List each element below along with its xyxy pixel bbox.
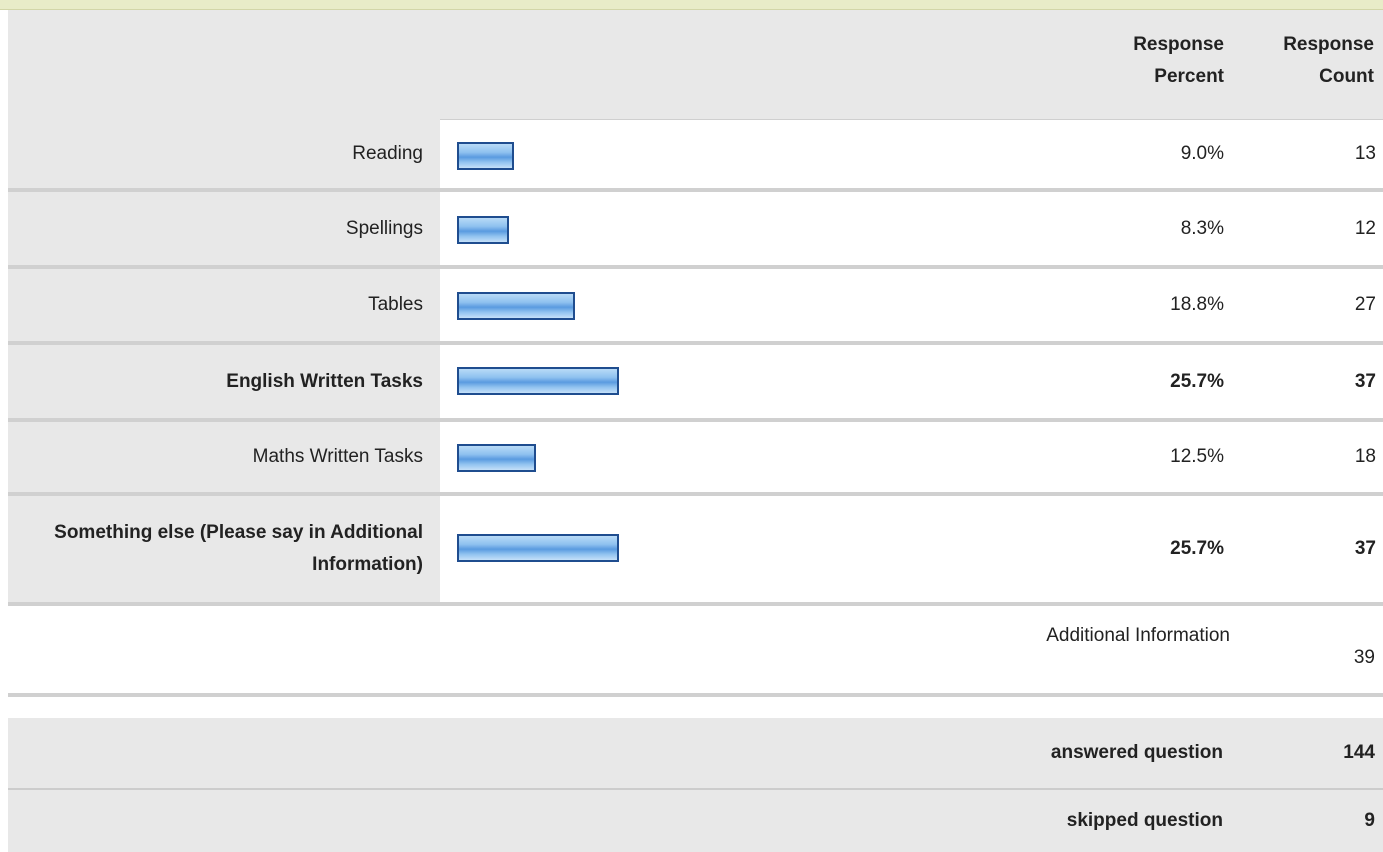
response-percent: 12.5%: [1170, 446, 1224, 467]
table-row: Spellings 8.3% 12: [8, 192, 1383, 269]
row-label: Reading: [8, 119, 440, 188]
table-header: Response Percent Response Count: [8, 10, 1383, 120]
row-label: Tables: [8, 269, 440, 341]
table-row: Maths Written Tasks 12.5% 18: [8, 422, 1383, 496]
response-bar: [457, 367, 619, 395]
bar-cell: [440, 422, 1090, 492]
table-row: Tables 18.8% 27: [8, 269, 1383, 345]
response-bar: [457, 142, 514, 170]
answered-question-label: answered question: [1050, 742, 1223, 763]
row-label: Something else (Please say in Additional…: [8, 496, 440, 602]
response-percent: 8.3%: [1180, 217, 1224, 239]
response-count: 18: [1354, 446, 1376, 467]
response-count-header: Response Count: [1283, 34, 1374, 87]
bar-cell: [440, 192, 1090, 265]
skipped-question-count: 9: [1364, 810, 1375, 831]
additional-information-label: Additional Information: [1046, 625, 1230, 646]
response-bar: [457, 292, 575, 320]
table-row: Something else (Please say in Additional…: [8, 496, 1383, 606]
response-percent: 18.8%: [1170, 294, 1224, 315]
top-strip: [0, 0, 1383, 10]
bar-cell: [440, 269, 1090, 341]
response-count: 37: [1354, 370, 1376, 392]
response-count: 37: [1354, 538, 1376, 559]
response-percent-header: Response Percent: [1133, 34, 1224, 87]
response-count: 12: [1354, 217, 1376, 239]
skipped-question-row: skipped question 9: [8, 790, 1383, 852]
response-bar: [457, 534, 619, 562]
table-row: Reading 9.0% 13: [8, 119, 1383, 192]
response-percent: 25.7%: [1170, 370, 1224, 392]
response-count: 27: [1354, 294, 1376, 315]
skipped-question-label: skipped question: [1066, 810, 1223, 831]
additional-information-count: 39: [1353, 647, 1375, 668]
row-label: English Written Tasks: [8, 345, 440, 418]
answered-question-row: answered question 144: [8, 718, 1383, 790]
bar-cell: [440, 119, 1090, 188]
response-bar: [457, 216, 509, 244]
row-label: Spellings: [8, 192, 440, 265]
additional-information-row: Additional Information 39: [8, 605, 1383, 697]
bar-cell: [440, 345, 1090, 418]
table-row: English Written Tasks 25.7% 37: [8, 345, 1383, 422]
response-percent: 25.7%: [1170, 538, 1224, 559]
answered-question-count: 144: [1343, 742, 1375, 763]
response-bar: [457, 444, 536, 472]
response-percent: 9.0%: [1180, 142, 1224, 164]
row-label: Maths Written Tasks: [8, 422, 440, 492]
response-count: 13: [1354, 142, 1376, 164]
bar-cell: [440, 496, 1090, 602]
